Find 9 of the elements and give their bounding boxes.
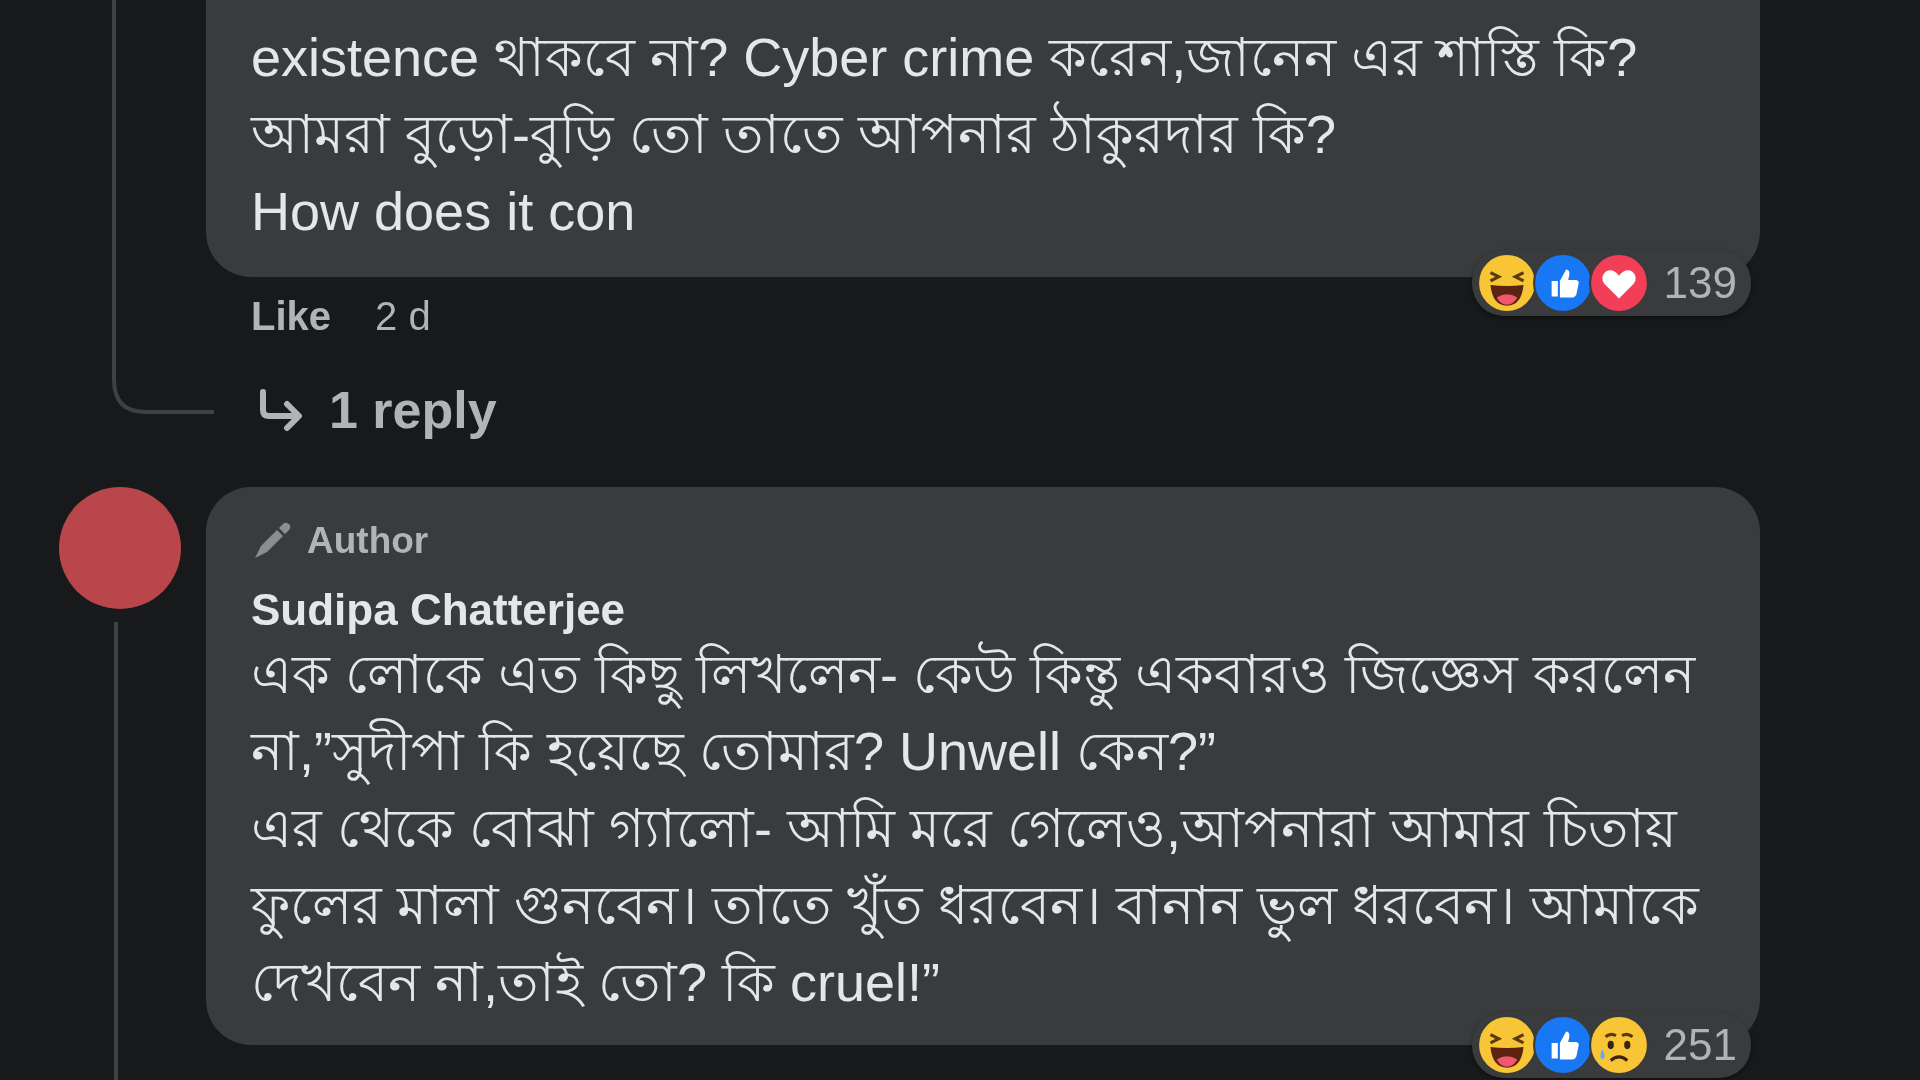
view-replies-link[interactable]: 1 reply (206, 380, 503, 440)
comment-time[interactable]: 2 d (375, 293, 431, 339)
author-label: Author (307, 520, 429, 562)
reactions-summary[interactable]: 139 (1471, 250, 1751, 316)
reactions-summary[interactable]: 251 (1471, 1012, 1751, 1078)
like-link[interactable]: Like (251, 293, 332, 339)
crying-face-icon (1587, 1014, 1650, 1076)
comment-text: existence থাকবে না? Cyber crime করেন,জানেন এর শাস্তি কি? আমরা বুড়ো-বুড়ি তো তাতে আপনার ঠাকুরদার কি? How does it con (251, 25, 1639, 243)
commenter-name[interactable]: Sudipa Chatterjee (251, 584, 626, 636)
